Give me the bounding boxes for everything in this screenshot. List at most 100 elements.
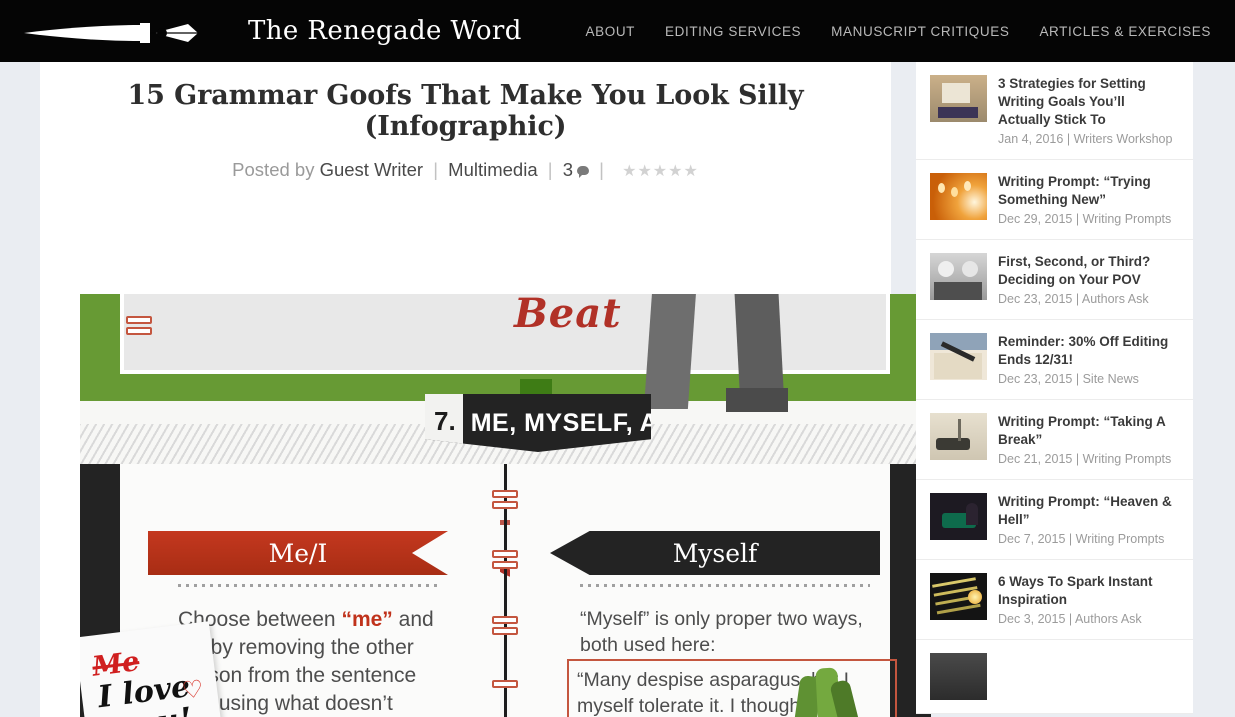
post-meta: Jan 4, 2016 | Writers Workshop bbox=[998, 132, 1179, 146]
brand-logo[interactable]: The Renegade Word bbox=[22, 14, 522, 48]
post-category[interactable]: Writing Prompts bbox=[1083, 212, 1172, 226]
left-text-part-2: and bbox=[392, 608, 434, 631]
ladder-rung bbox=[492, 550, 518, 558]
category-link[interactable]: Multimedia bbox=[448, 159, 537, 180]
post-category[interactable]: Writers Workshop bbox=[1074, 132, 1173, 146]
left-text-me: “me” bbox=[341, 608, 393, 631]
post-category[interactable]: Writing Prompts bbox=[1076, 532, 1165, 546]
list-item[interactable]: Writing Prompt: “Trying Something New” D… bbox=[916, 160, 1193, 240]
post-title[interactable]: First, Second, or Third? Deciding on You… bbox=[998, 253, 1179, 289]
post-meta-separator: | bbox=[1075, 212, 1080, 226]
nav-item-articles[interactable]: ARTICLES & EXERCISES bbox=[1024, 24, 1211, 39]
post-date: Dec 29, 2015 bbox=[998, 212, 1073, 226]
featured-infographic[interactable]: Beat 7. ME, MYSELF, AND I Me/I Myself Ch… bbox=[80, 294, 931, 717]
post-meta-separator: | bbox=[1075, 292, 1080, 306]
post-date: Dec 21, 2015 bbox=[998, 452, 1073, 466]
site-header: The Renegade Word ABOUT EDITING SERVICES… bbox=[0, 0, 1235, 62]
standing-person-legs bbox=[640, 294, 840, 412]
post-meta: Dec 21, 2015 | Writing Prompts bbox=[998, 452, 1179, 466]
post-meta: Dec 3, 2015 | Authors Ask bbox=[998, 612, 1179, 626]
recent-posts-widget: 3 Strategies for Setting Writing Goals Y… bbox=[916, 62, 1193, 714]
post-info: 3 Strategies for Setting Writing Goals Y… bbox=[998, 75, 1179, 146]
post-category[interactable]: Writing Prompts bbox=[1083, 452, 1172, 466]
asparagus-stalk bbox=[829, 678, 871, 717]
post-category[interactable]: Site News bbox=[1083, 372, 1139, 386]
ladder-icon-mid-4 bbox=[492, 680, 518, 691]
ladder-rung bbox=[126, 327, 152, 335]
article-header: 15 Grammar Goofs That Make You Look Sill… bbox=[40, 62, 891, 181]
post-date: Dec 3, 2015 bbox=[998, 612, 1066, 626]
ribbon-myself: Myself bbox=[550, 531, 880, 575]
post-title[interactable]: 3 Strategies for Setting Writing Goals Y… bbox=[998, 75, 1179, 129]
love-note-card: Me I love you! ♡ ♡ bbox=[80, 621, 225, 717]
post-title[interactable]: Writing Prompt: “Trying Something New” bbox=[998, 173, 1179, 209]
shoe bbox=[726, 388, 788, 412]
nav-item-critiques[interactable]: MANUSCRIPT CRITIQUES bbox=[816, 24, 1024, 39]
ladder-icon-top-left bbox=[126, 316, 152, 338]
post-info: Reminder: 30% Off Editing Ends 12/31! De… bbox=[998, 333, 1179, 386]
page-body: 15 Grammar Goofs That Make You Look Sill… bbox=[0, 62, 1235, 717]
leg-left bbox=[643, 294, 701, 409]
post-title[interactable]: 6 Ways To Spark Instant Inspiration bbox=[998, 573, 1179, 609]
post-meta-separator: | bbox=[1066, 132, 1071, 146]
author-link[interactable]: Guest Writer bbox=[320, 159, 423, 180]
meta-separator-2: | bbox=[547, 159, 553, 180]
ladder-icon-mid-2 bbox=[492, 550, 518, 572]
typewriter-thumbnail bbox=[930, 75, 987, 122]
post-info bbox=[998, 653, 1179, 700]
dotted-rule-left bbox=[178, 584, 438, 587]
sidebar: 3 Strategies for Setting Writing Goals Y… bbox=[916, 62, 1193, 714]
nav-item-editing[interactable]: EDITING SERVICES bbox=[650, 24, 816, 39]
brand-title: The Renegade Word bbox=[248, 16, 522, 46]
post-date: Dec 23, 2015 bbox=[998, 372, 1073, 386]
list-item[interactable]: 6 Ways To Spark Instant Inspiration Dec … bbox=[916, 560, 1193, 640]
ladder-rung bbox=[492, 680, 518, 688]
heart-icon-large: ♡ bbox=[180, 675, 206, 705]
ladder-rung bbox=[126, 316, 152, 324]
rating-stars[interactable]: ★★★★★ bbox=[622, 161, 699, 181]
ladder-rung bbox=[492, 616, 518, 624]
pier-bench-thumbnail bbox=[930, 413, 987, 460]
lightbulbs-thumbnail bbox=[930, 173, 987, 220]
comment-count[interactable]: 3 bbox=[563, 159, 573, 180]
article-card: 15 Grammar Goofs That Make You Look Sill… bbox=[40, 62, 931, 717]
post-meta: Dec 29, 2015 | Writing Prompts bbox=[998, 212, 1179, 226]
ladder-rung bbox=[492, 627, 518, 635]
post-category[interactable]: Authors Ask bbox=[1075, 612, 1142, 626]
spark-lightbulb-thumbnail bbox=[930, 573, 987, 620]
meta-separator-3: | bbox=[599, 159, 604, 180]
two-men-thumbnail bbox=[930, 253, 987, 300]
post-info: Writing Prompt: “Trying Something New” D… bbox=[998, 173, 1179, 226]
ladder-rung bbox=[492, 561, 518, 569]
page-title: 15 Grammar Goofs That Make You Look Sill… bbox=[127, 80, 804, 142]
post-title[interactable]: Reminder: 30% Off Editing Ends 12/31! bbox=[998, 333, 1179, 369]
post-title[interactable]: Writing Prompt: “Heaven & Hell” bbox=[998, 493, 1179, 529]
post-meta: Dec 23, 2015 | Authors Ask bbox=[998, 292, 1179, 306]
pen-nib-icon bbox=[24, 23, 198, 43]
post-title[interactable]: Writing Prompt: “Taking A Break” bbox=[998, 413, 1179, 449]
list-item[interactable]: Writing Prompt: “Heaven & Hell” Dec 7, 2… bbox=[916, 480, 1193, 560]
post-date: Dec 23, 2015 bbox=[998, 292, 1073, 306]
list-item[interactable]: Writing Prompt: “Taking A Break” Dec 21,… bbox=[916, 400, 1193, 480]
posted-by-label: Posted by bbox=[232, 159, 315, 180]
asparagus-illustration bbox=[760, 667, 910, 717]
meta-separator-1: | bbox=[433, 159, 439, 180]
speech-bubble-icon bbox=[577, 166, 590, 178]
post-meta-separator: | bbox=[1068, 612, 1073, 626]
green-table-thumbnail bbox=[930, 493, 987, 540]
ladder-rung bbox=[492, 490, 518, 498]
list-item[interactable]: Reminder: 30% Off Editing Ends 12/31! De… bbox=[916, 320, 1193, 400]
post-meta: Dec 7, 2015 | Writing Prompts bbox=[998, 532, 1179, 546]
nav-item-about[interactable]: ABOUT bbox=[571, 24, 651, 39]
list-item[interactable]: 3 Strategies for Setting Writing Goals Y… bbox=[916, 62, 1193, 160]
partial-thumbnail bbox=[930, 653, 987, 700]
list-item-partial[interactable] bbox=[916, 640, 1193, 714]
chalk-word: Beat bbox=[514, 294, 622, 337]
list-item[interactable]: First, Second, or Third? Deciding on You… bbox=[916, 240, 1193, 320]
post-meta-separator: | bbox=[1075, 452, 1080, 466]
post-info: 6 Ways To Spark Instant Inspiration Dec … bbox=[998, 573, 1179, 626]
post-info: Writing Prompt: “Heaven & Hell” Dec 7, 2… bbox=[998, 493, 1179, 546]
post-date: Jan 4, 2016 bbox=[998, 132, 1064, 146]
post-category[interactable]: Authors Ask bbox=[1082, 292, 1149, 306]
ladder-icon-mid-1 bbox=[492, 490, 518, 512]
